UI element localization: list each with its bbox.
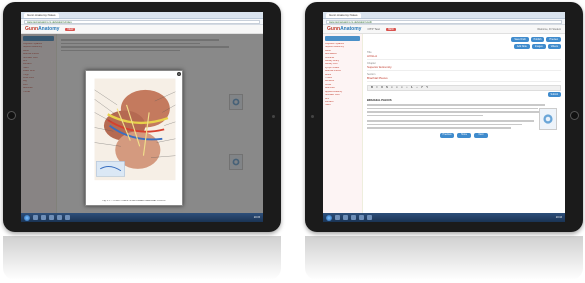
header-badge: NEW bbox=[65, 27, 76, 31]
sidebar-search[interactable] bbox=[325, 36, 360, 41]
right-tablet-reflection bbox=[305, 236, 583, 280]
text-line bbox=[367, 107, 538, 109]
home-button[interactable] bbox=[570, 111, 579, 120]
image-modal: × Fig. 5.1 — STRUCTURES OF AXILLA AND BR… bbox=[85, 70, 183, 206]
logo-accent: Anatomy bbox=[38, 26, 60, 32]
start-button[interactable] bbox=[326, 214, 332, 221]
left-screen: Gunn Anatomy Notes www.gunnanatomy.co.uk… bbox=[21, 12, 263, 222]
editor-toolbar: B I U S ≡ ≡ ≡ • 1. ⌂ ↶ ↷ bbox=[367, 85, 561, 91]
clock[interactable]: 10:15 bbox=[254, 216, 260, 219]
text-line bbox=[367, 111, 542, 113]
explorer-icon[interactable] bbox=[33, 215, 38, 220]
start-button[interactable] bbox=[24, 214, 30, 221]
sidebar: Objective SyllabusSuperior ExtremityAxil… bbox=[323, 34, 363, 213]
field-value[interactable]: Superior Extremity bbox=[367, 65, 561, 71]
editor-tool-button[interactable]: 1. bbox=[410, 86, 414, 90]
editor-tool-button[interactable]: ≡ bbox=[395, 86, 399, 90]
form-fields: Title AXILLA Chapter Superior Extremity Sect… bbox=[367, 51, 561, 82]
editor-tool-button[interactable]: • bbox=[405, 86, 409, 90]
pager-button[interactable]: Previous bbox=[440, 132, 454, 138]
action-button-row: Save Draft Publish Preview bbox=[367, 37, 561, 42]
editor-tool-button[interactable]: ↷ bbox=[425, 86, 429, 90]
editor-tool-button[interactable]: ≡ bbox=[400, 86, 404, 90]
explorer-icon[interactable] bbox=[335, 215, 340, 220]
browser-tab[interactable]: Gunn Anatomy Notes bbox=[24, 12, 59, 18]
text-line bbox=[367, 123, 523, 125]
app-icon[interactable] bbox=[65, 215, 70, 220]
browser-tab-bar: Gunn Anatomy Notes bbox=[21, 12, 263, 19]
page-title: OTP Test bbox=[367, 27, 380, 31]
secondary-button[interactable]: Add Note bbox=[513, 44, 530, 49]
editor-tool-button[interactable]: ≡ bbox=[390, 86, 394, 90]
editor-tool-button[interactable]: ⌂ bbox=[415, 86, 419, 90]
secondary-button-row: Add Note Images Videos bbox=[367, 44, 561, 49]
text-line bbox=[367, 127, 511, 129]
action-button[interactable]: Publish bbox=[530, 37, 545, 42]
app-body: Objective SyllabusSuperior ExtremityAxil… bbox=[323, 34, 565, 213]
app-logo[interactable]: GunnAnatomy bbox=[25, 26, 59, 32]
field-value[interactable]: AXILLA bbox=[367, 54, 561, 60]
browser-tab[interactable]: Gunn Anatomy Notes bbox=[326, 12, 361, 18]
header-badge: NEW bbox=[385, 27, 396, 31]
action-button[interactable]: Preview bbox=[546, 37, 561, 42]
right-screen: Gunn Anatomy Notes www.gunnanatomy.co.uk… bbox=[323, 12, 565, 222]
logo-accent: Anatomy bbox=[340, 26, 362, 32]
clock[interactable]: 10:16 bbox=[556, 216, 562, 219]
text-line bbox=[367, 120, 534, 122]
media-icon[interactable] bbox=[359, 215, 364, 220]
logo-text: Gunn bbox=[327, 26, 341, 32]
action-button[interactable]: Save Draft bbox=[511, 37, 529, 42]
editor-tool-button[interactable]: B bbox=[370, 86, 374, 90]
left-tablet-reflection bbox=[3, 236, 281, 280]
folder-icon[interactable] bbox=[49, 215, 54, 220]
sidebar-list: Objective SyllabusSuperior ExtremityAxil… bbox=[325, 43, 360, 108]
url-field[interactable]: www.gunnanatomy.co.uk/anatomy/edit bbox=[326, 19, 562, 24]
url-field[interactable]: www.gunnanatomy.co.uk/anatomy/notes bbox=[24, 19, 260, 24]
submit-button[interactable]: Submit bbox=[547, 92, 561, 97]
close-icon[interactable]: × bbox=[177, 72, 181, 76]
figure-caption: Fig. 5.1 — STRUCTURES OF AXILLA AND BRAC… bbox=[102, 200, 166, 202]
home-button[interactable] bbox=[7, 111, 16, 120]
text-line bbox=[367, 114, 484, 116]
browser-icon[interactable] bbox=[41, 215, 46, 220]
taskbar: 10:16 bbox=[323, 213, 565, 222]
pager: Previous Home Next bbox=[367, 132, 561, 138]
app-header: GunnAnatomy NEW bbox=[21, 25, 263, 34]
camera-icon bbox=[272, 115, 275, 118]
editor-tool-button[interactable]: I bbox=[375, 86, 379, 90]
main-content: Save Draft Publish Preview Add Note Images V… bbox=[363, 34, 565, 213]
logo-text: Gunn bbox=[25, 26, 39, 32]
sidebar-item[interactable]: Hand bbox=[325, 104, 360, 107]
app-logo[interactable]: GunnAnatomy bbox=[327, 26, 361, 32]
section-heading: BRACHIAL PLEXUS bbox=[367, 99, 392, 102]
right-tablet: Gunn Anatomy Notes www.gunnanatomy.co.uk… bbox=[305, 2, 583, 232]
media-icon[interactable] bbox=[57, 215, 62, 220]
editor-tool-button[interactable]: S bbox=[385, 86, 389, 90]
taskbar: 10:15 bbox=[21, 213, 263, 222]
pager-button[interactable]: Next bbox=[474, 132, 488, 138]
left-tablet: Gunn Anatomy Notes www.gunnanatomy.co.uk… bbox=[3, 2, 281, 232]
editor-tool-button[interactable]: ↶ bbox=[420, 86, 424, 90]
app-icon[interactable] bbox=[367, 215, 372, 220]
browser-icon[interactable] bbox=[343, 215, 348, 220]
camera-icon bbox=[311, 115, 314, 118]
text-line bbox=[367, 104, 546, 106]
field-value[interactable]: Brachial Plexus bbox=[367, 76, 561, 82]
secondary-button[interactable]: Images bbox=[531, 44, 546, 49]
thumbnail-image[interactable] bbox=[539, 108, 557, 130]
app-header: GunnAnatomy OTP Test NEW Welcome, Dr Stu… bbox=[323, 25, 565, 34]
user-greeting[interactable]: Welcome, Dr Student bbox=[537, 28, 561, 31]
browser-tab-bar: Gunn Anatomy Notes bbox=[323, 12, 565, 19]
folder-icon[interactable] bbox=[351, 215, 356, 220]
anatomy-illustration bbox=[94, 78, 176, 181]
secondary-button[interactable]: Videos bbox=[547, 44, 561, 49]
editor-tool-button[interactable]: U bbox=[380, 86, 384, 90]
pager-button[interactable]: Home bbox=[457, 132, 471, 138]
